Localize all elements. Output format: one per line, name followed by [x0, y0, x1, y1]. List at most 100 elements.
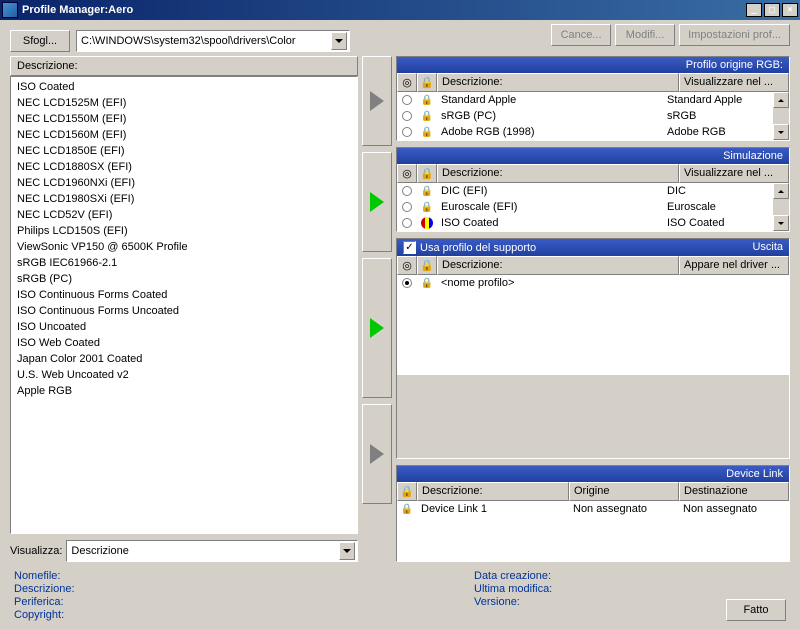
lock-icon: 🔒: [417, 108, 437, 124]
cell-desc: ISO Coated: [437, 215, 663, 231]
radio-icon: [397, 124, 417, 140]
list-item[interactable]: NEC LCD1525M (EFI): [11, 95, 357, 111]
cell-desc: Device Link 1: [417, 501, 569, 517]
use-media-profile-checkbox[interactable]: ✓ Usa profilo del supporto: [403, 241, 536, 254]
sim-col-radio: ◎: [397, 164, 417, 183]
sim-col-lock: 🔒: [417, 164, 437, 183]
radio-icon: [397, 108, 417, 124]
window-title: Profile Manager:Aero: [22, 4, 746, 16]
radio-icon: [397, 92, 417, 108]
list-item[interactable]: Japan Color 2001 Coated: [11, 351, 357, 367]
list-item[interactable]: ISO Coated: [11, 79, 357, 95]
maximize-button[interactable]: □: [764, 3, 780, 17]
radio-icon: [397, 275, 417, 291]
cell-driver: [679, 275, 789, 291]
out-col-driver[interactable]: Appare nel driver ...: [679, 256, 789, 275]
cell-desc: Euroscale (EFI): [437, 199, 663, 215]
titlebar: Profile Manager:Aero _ □ ×: [0, 0, 800, 20]
dl-col-lock: 🔒: [397, 482, 417, 501]
footer-modified: Ultima modifica:: [474, 583, 552, 595]
cell-desc: <nome profilo>: [437, 275, 679, 291]
cell-display: Standard Apple: [663, 92, 773, 108]
list-item[interactable]: ISO Uncoated: [11, 319, 357, 335]
list-item[interactable]: NEC LCD1560M (EFI): [11, 127, 357, 143]
add-output-button[interactable]: [362, 258, 392, 398]
list-item[interactable]: sRGB IEC61966-2.1: [11, 255, 357, 271]
browse-button[interactable]: Sfogl...: [10, 30, 70, 52]
list-header: Descrizione:: [10, 56, 358, 76]
list-item[interactable]: ISO Continuous Forms Uncoated: [11, 303, 357, 319]
output-title: Uscita: [752, 241, 783, 254]
dropdown-icon[interactable]: [331, 32, 347, 50]
table-row[interactable]: 🔒Device Link 1Non assegnatoNon assegnato: [397, 501, 789, 517]
footer-created: Data creazione:: [474, 570, 552, 582]
list-item[interactable]: NEC LCD1980SXi (EFI): [11, 191, 357, 207]
lock-icon: 🔒: [417, 199, 437, 215]
devicelink-panel: Device Link 🔒 Descrizione: Origine Desti…: [396, 465, 790, 562]
add-devicelink-button[interactable]: [362, 404, 392, 504]
app-icon: [2, 2, 18, 18]
list-item[interactable]: ISO Web Coated: [11, 335, 357, 351]
cell-desc: Adobe RGB (1998): [437, 124, 663, 140]
transfer-buttons: [362, 56, 392, 562]
lock-icon: 🔒: [417, 124, 437, 140]
table-row[interactable]: 🔒sRGB (PC)sRGB: [397, 108, 773, 124]
rgb-col-display[interactable]: Visualizzare nel ...: [679, 73, 789, 92]
rgb-title: Profilo origine RGB:: [686, 59, 783, 71]
radio-icon: [397, 183, 417, 199]
rgb-panel: Profilo origine RGB: ◎ 🔒 Descrizione: Vi…: [396, 56, 790, 141]
list-item[interactable]: NEC LCD1550M (EFI): [11, 111, 357, 127]
table-row[interactable]: 🔒Adobe RGB (1998)Adobe RGB: [397, 124, 773, 140]
dl-col-desc[interactable]: Descrizione:: [417, 482, 569, 501]
footer-filename: Nomefile:: [14, 570, 274, 582]
list-item[interactable]: U.S. Web Uncoated v2: [11, 367, 357, 383]
table-row[interactable]: 🔒<nome profilo>: [397, 275, 789, 291]
profile-list-panel: Descrizione: ISO CoatedNEC LCD1525M (EFI…: [10, 56, 358, 562]
list-item[interactable]: Philips LCD150S (EFI): [11, 223, 357, 239]
path-combo[interactable]: C:\WINDOWS\system32\spool\drivers\Color: [76, 30, 350, 52]
rgb-col-desc[interactable]: Descrizione:: [437, 73, 679, 92]
list-item[interactable]: sRGB (PC): [11, 271, 357, 287]
table-row[interactable]: ISO CoatedISO Coated: [397, 215, 773, 231]
dl-col-origin[interactable]: Origine: [569, 482, 679, 501]
list-item[interactable]: Apple RGB: [11, 383, 357, 399]
done-button[interactable]: Fatto: [726, 599, 786, 621]
cell-display: Euroscale: [663, 199, 773, 215]
visualize-combo[interactable]: Descrizione: [66, 540, 358, 562]
radio-icon: [397, 215, 417, 231]
list-item[interactable]: NEC LCD1960NXi (EFI): [11, 175, 357, 191]
list-item[interactable]: NEC LCD1850E (EFI): [11, 143, 357, 159]
rgb-scrollbar[interactable]: [773, 92, 789, 140]
settings-button[interactable]: Impostazioni prof...: [679, 24, 790, 46]
sim-col-desc[interactable]: Descrizione:: [437, 164, 679, 183]
footer-desc: Descrizione:: [14, 583, 274, 595]
table-row[interactable]: 🔒Euroscale (EFI)Euroscale: [397, 199, 773, 215]
list-item[interactable]: ViewSonic VP150 @ 6500K Profile: [11, 239, 357, 255]
out-col-lock: 🔒: [417, 256, 437, 275]
cell-origin: Non assegnato: [569, 501, 679, 517]
visualize-value: Descrizione: [71, 545, 339, 557]
add-rgb-button[interactable]: [362, 56, 392, 146]
minimize-button[interactable]: _: [746, 3, 762, 17]
table-row[interactable]: 🔒Standard AppleStandard Apple: [397, 92, 773, 108]
out-col-desc[interactable]: Descrizione:: [437, 256, 679, 275]
footer-copyright: Copyright:: [14, 609, 274, 621]
dropdown-icon[interactable]: [339, 542, 355, 560]
list-item[interactable]: NEC LCD1880SX (EFI): [11, 159, 357, 175]
footer-device: Periferica:: [14, 596, 274, 608]
sim-panel: Simulazione ◎ 🔒 Descrizione: Visualizzar…: [396, 147, 790, 232]
radio-icon: [397, 199, 417, 215]
profile-list[interactable]: ISO CoatedNEC LCD1525M (EFI)NEC LCD1550M…: [10, 76, 358, 534]
table-row[interactable]: 🔒DIC (EFI)DIC: [397, 183, 773, 199]
dl-col-dest[interactable]: Destinazione: [679, 482, 789, 501]
lock-icon: 🔒: [417, 183, 437, 199]
sim-col-display[interactable]: Visualizzare nel ...: [679, 164, 789, 183]
add-sim-button[interactable]: [362, 152, 392, 252]
sim-scrollbar[interactable]: [773, 183, 789, 231]
close-button[interactable]: ×: [782, 3, 798, 17]
list-item[interactable]: NEC LCD52V (EFI): [11, 207, 357, 223]
cancel-button[interactable]: Cance...: [551, 24, 611, 46]
modify-button[interactable]: Modifi...: [615, 24, 675, 46]
sim-title: Simulazione: [723, 150, 783, 162]
list-item[interactable]: ISO Continuous Forms Coated: [11, 287, 357, 303]
